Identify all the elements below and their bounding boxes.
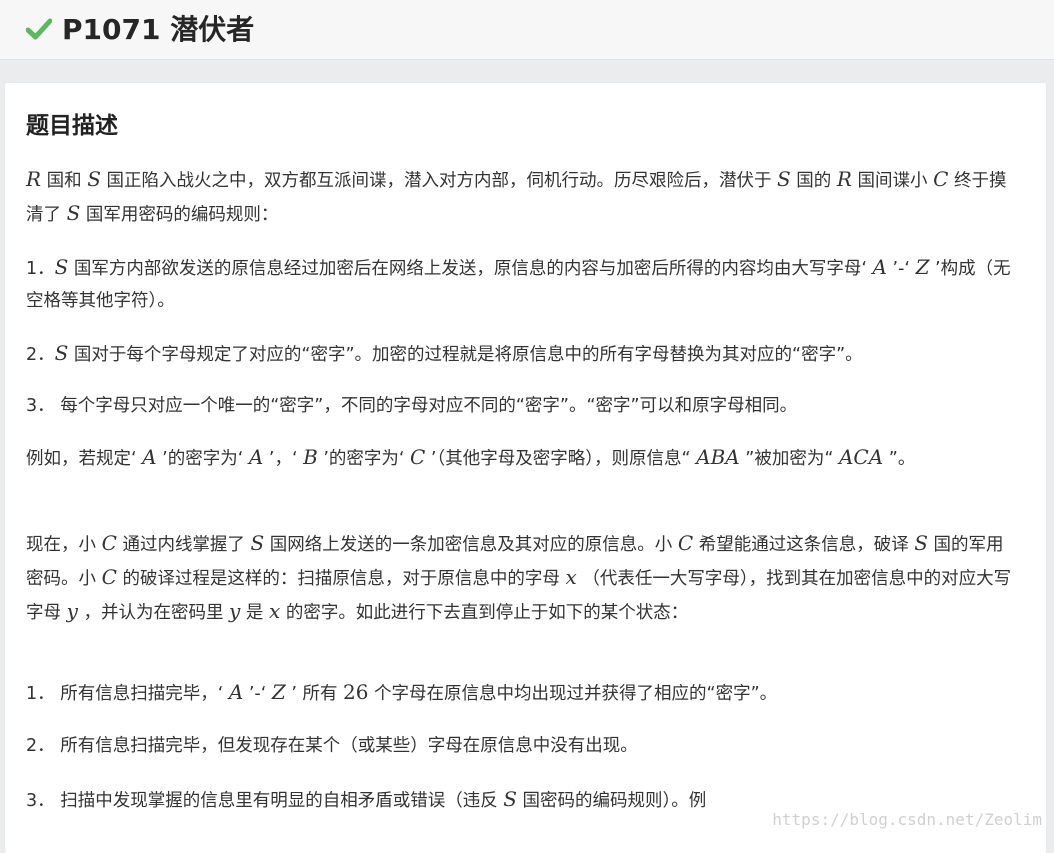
section-heading: 题目描述 (26, 110, 118, 142)
example-paragraph: 例如，若规定‘ A ’的密字为‘ A ’，‘ B ’的密字为‘ C ’（其他字母… (26, 441, 1021, 475)
state-item-2: 2． 所有信息扫描完毕，但发现存在某个（或某些）字母在原信息中没有出现。 (26, 730, 1021, 762)
page-title: P1071 潜伏者 (62, 11, 254, 49)
rule-item-1: 1．S 国军方内部欲发送的原信息经过加密后在网络上发送，原信息的内容与加密后所得… (26, 251, 1021, 317)
rule-item-3: 3． 每个字母只对应一个唯一的“密字”，不同的字母对应不同的“密字”。“密字”可… (26, 390, 1021, 422)
rule-item-2: 2．S 国对于每个字母规定了对应的“密字”。加密的过程就是将原信息中的所有字母替… (26, 337, 1021, 371)
process-paragraph: 现在，小 C 通过内线掌握了 S 国网络上发送的一条加密信息及其对应的原信息。小… (26, 527, 1021, 629)
state-item-1: 1． 所有信息扫描完毕，‘ A ’-‘ Z ’ 所有 26 个字母在原信息中均出… (26, 676, 1021, 710)
problem-paragraph-1: R 国和 S 国正陷入战火之中，双方都互派间谍，潜入对方内部，伺机行动。历尽艰险… (26, 163, 1021, 231)
problem-header: P1071 潜伏者 (0, 0, 1054, 60)
problem-description-card: 题目描述 R 国和 S 国正陷入战火之中，双方都互派间谍，潜入对方内部，伺机行动… (5, 83, 1046, 853)
watermark: https://blog.csdn.net/Zeolim (772, 810, 1042, 829)
check-icon (26, 18, 52, 40)
